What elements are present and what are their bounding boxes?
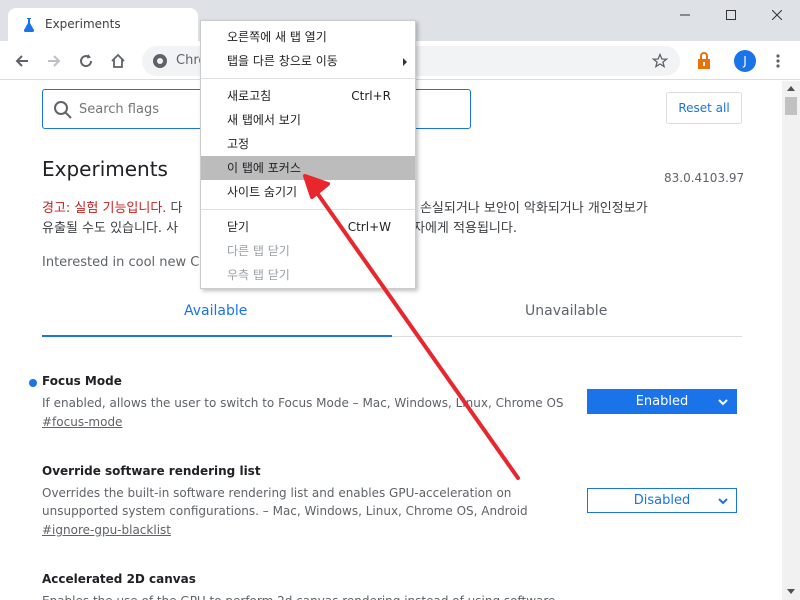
menu-separator [201, 78, 415, 79]
bookmark-star-button[interactable] [646, 47, 674, 75]
menu-item-close[interactable]: 닫기 Ctrl+W [201, 215, 415, 239]
scroll-down-icon[interactable] [787, 589, 795, 594]
maximize-icon [726, 10, 736, 20]
flag-item: Override software rendering list Overrid… [42, 464, 742, 537]
menu-item-close-others[interactable]: 다른 탭 닫기 [201, 239, 415, 263]
menu-separator [201, 209, 415, 210]
warning-red-text: 경고: 실험 기능입니다. [42, 201, 167, 216]
flag-description: If enabled, allows the user to switch to… [42, 396, 564, 410]
flag-name: Accelerated 2D canvas [42, 572, 196, 586]
chevron-down-icon [718, 498, 728, 505]
back-arrow-icon [15, 55, 28, 67]
extension-lock-icon [698, 52, 710, 69]
menu-item-move-tab[interactable]: 탭을 다른 창으로 이동 [201, 49, 415, 73]
flag-item: Accelerated 2D canvas Enables the use of… [42, 572, 742, 600]
page-title: Experiments [42, 157, 168, 181]
menu-item-hide-site[interactable]: 사이트 숨기기 [201, 180, 415, 204]
forward-arrow-icon [48, 55, 61, 67]
active-tab-indicator [42, 335, 392, 337]
minimize-icon [680, 14, 690, 16]
flag-description: Enables the use of the GPU to perform 2d… [42, 592, 742, 600]
back-button[interactable] [8, 47, 36, 75]
flag-state-select[interactable]: Disabled [587, 488, 737, 513]
chrome-icon [153, 54, 167, 68]
search-icon [54, 101, 72, 119]
star-icon [652, 53, 668, 69]
menu-item-view-new-tab[interactable]: 새 탭에서 보기 [201, 108, 415, 132]
tab-unavailable[interactable]: Unavailable [525, 303, 607, 319]
profile-avatar[interactable]: J [734, 50, 756, 72]
menu-item-focus-tab[interactable]: 이 탭에 포커스 [201, 156, 415, 180]
flask-icon [23, 18, 35, 32]
tab-context-menu: 오른쪽에 새 탭 열기 탭을 다른 창으로 이동 새로고침 Ctrl+R 새 탭에… [200, 20, 416, 289]
close-window-button[interactable] [754, 0, 800, 30]
scroll-thumb[interactable] [785, 97, 797, 115]
version-label: 83.0.4103.97 [664, 171, 745, 185]
minimize-button[interactable] [662, 0, 708, 30]
flag-item: Focus Mode If enabled, allows the user t… [29, 374, 742, 429]
experiment-tabs: Available Unavailable [42, 293, 742, 337]
reset-all-button[interactable]: Reset all [666, 92, 742, 124]
flag-name: Focus Mode [42, 374, 122, 388]
tab-title: Experiments [45, 17, 121, 31]
flag-state-select[interactable]: Enabled [587, 389, 737, 414]
menu-item-open-tab-right[interactable]: 오른쪽에 새 탭 열기 [201, 25, 415, 49]
tab-available[interactable]: Available [184, 303, 247, 319]
menu-item-pin[interactable]: 고정 [201, 132, 415, 156]
flag-name: Override software rendering list [42, 464, 261, 478]
flag-link[interactable]: #focus-mode [42, 415, 742, 429]
chevron-down-icon [718, 399, 728, 406]
extension-button[interactable] [690, 47, 718, 75]
menu-button[interactable] [764, 47, 792, 75]
menu-item-reload[interactable]: 새로고침 Ctrl+R [201, 84, 415, 108]
flag-description: Overrides the built-in software renderin… [42, 486, 528, 518]
home-button[interactable] [104, 47, 132, 75]
three-dots-icon [776, 54, 780, 68]
scroll-up-icon[interactable] [787, 86, 795, 91]
close-icon [772, 10, 782, 20]
home-icon [111, 53, 125, 68]
forward-button[interactable] [40, 47, 68, 75]
interest-text: Interested in cool new Chr [42, 255, 213, 270]
reload-button[interactable] [72, 47, 100, 75]
menu-item-close-right[interactable]: 우측 탭 닫기 [201, 263, 415, 287]
maximize-button[interactable] [708, 0, 754, 30]
submenu-arrow-icon [403, 58, 407, 66]
flag-link[interactable]: #ignore-gpu-blacklist [42, 523, 742, 537]
scrollbar[interactable] [782, 81, 800, 600]
modified-dot-icon [29, 379, 37, 387]
reload-icon [80, 54, 93, 68]
browser-tab[interactable]: Experiments [8, 8, 198, 41]
